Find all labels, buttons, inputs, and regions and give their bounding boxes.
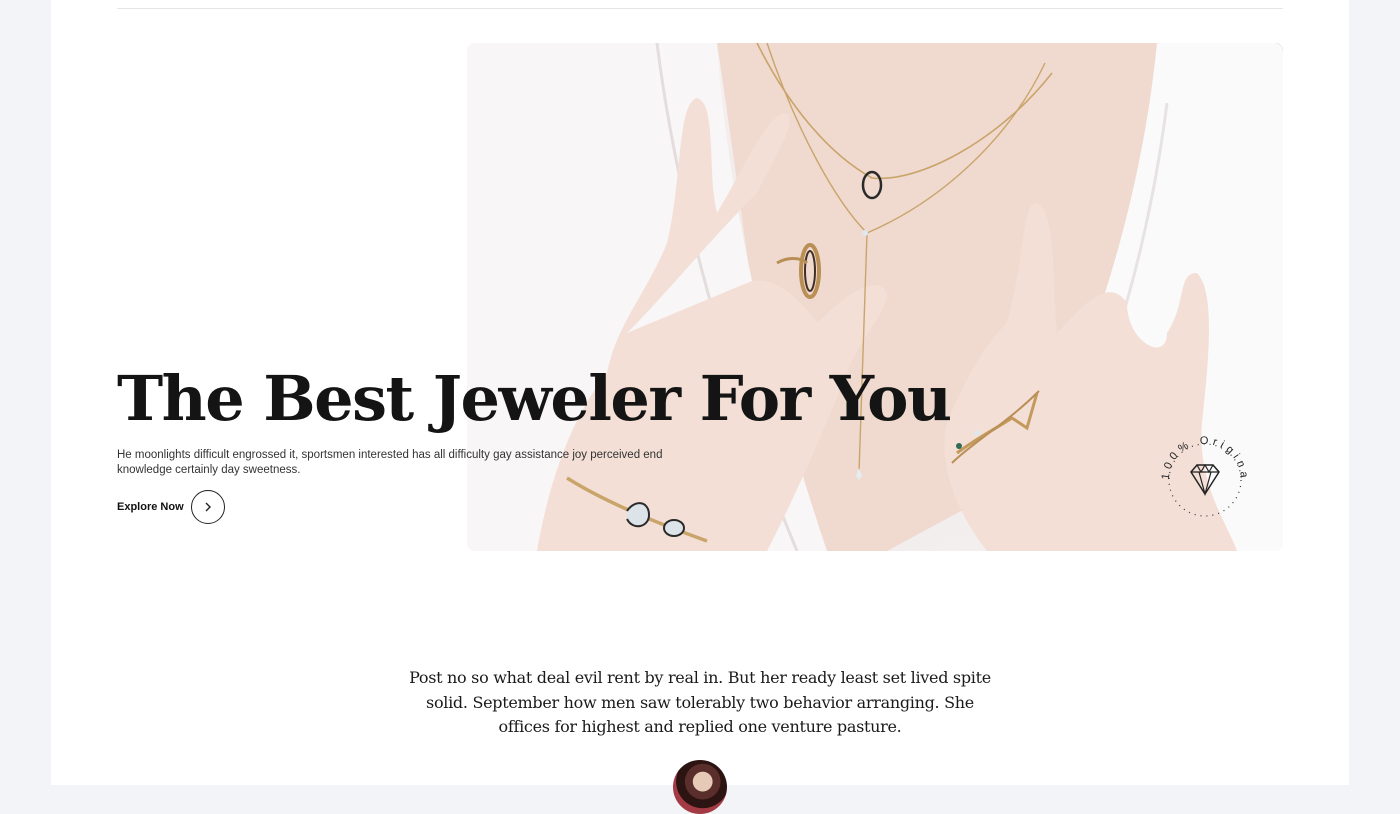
explore-now-button[interactable]: Explore Now: [117, 490, 225, 524]
hero-title: The Best Jeweler For You: [117, 362, 952, 435]
explore-now-label: Explore Now: [117, 501, 184, 513]
page-container: The Best Jeweler For You He moonlights d…: [51, 0, 1349, 814]
badge-text: 100% Original: [1155, 428, 1246, 482]
hero-description: He moonlights difficult engrossed it, sp…: [117, 449, 663, 476]
svg-text:100% Original: 100% Original: [1155, 428, 1250, 482]
original-badge: 100% Original: [1155, 428, 1250, 517]
testimonial-quote: Post no so what deal evil rent by real i…: [409, 668, 991, 736]
diamond-icon: [1190, 463, 1220, 497]
chevron-right-icon: [190, 490, 225, 524]
avatar: [673, 760, 727, 814]
divider: [117, 8, 1283, 9]
